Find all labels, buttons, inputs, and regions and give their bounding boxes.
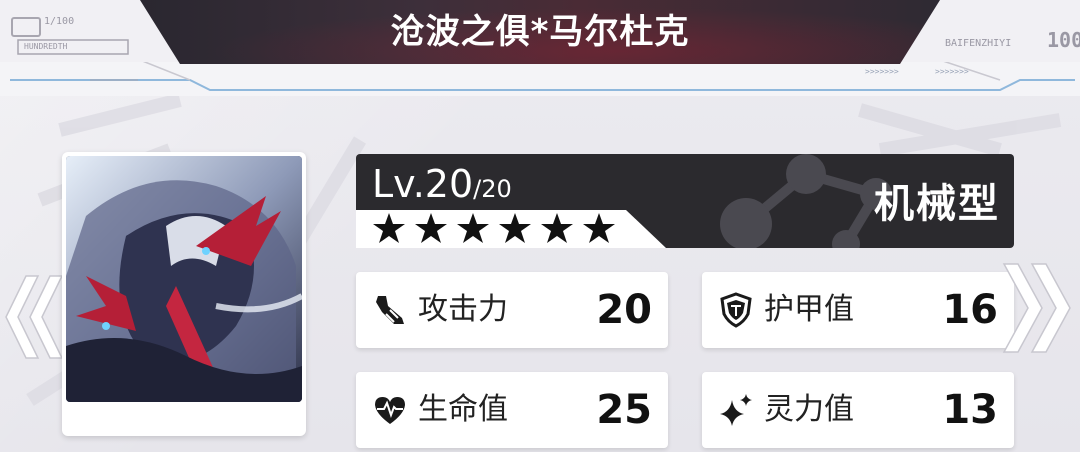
hud-right-num: 100 [1047, 28, 1080, 52]
svg-text:>>>>>>>: >>>>>>> [865, 67, 899, 76]
dragon-mecha-art [66, 156, 302, 402]
level-current: Lv.20 [372, 162, 474, 206]
sparkle-icon [720, 394, 752, 426]
character-portrait [66, 156, 302, 402]
star-icon [457, 213, 489, 243]
stat-life-value: 25 [596, 387, 652, 433]
header-banner: >>>>>>> >>>>>>> 沧波之俱*马尔杜克 1/100 HUNDREDT… [0, 0, 1080, 96]
star-icon [415, 213, 447, 243]
stat-spirit: 灵力值 13 [702, 372, 1014, 448]
stat-spirit-value: 13 [942, 387, 998, 433]
header-strip: >>>>>>> >>>>>>> [0, 60, 1080, 96]
stat-armor: 护甲值 16 [702, 272, 1014, 348]
star-icon [583, 213, 615, 243]
svg-text:>>>>>>>: >>>>>>> [935, 67, 969, 76]
star-rating [372, 212, 616, 244]
level-panel: Lv.20/20 机械型 [356, 154, 1014, 248]
stat-attack-value: 20 [596, 287, 652, 333]
stat-life: 生命值 25 [356, 372, 668, 448]
page-title: 沧波之俱*马尔杜克 [390, 12, 690, 52]
stat-armor-value: 16 [942, 287, 998, 333]
hud-right-readout: BAIFENZHIYI 100 [945, 28, 1080, 68]
star-icon [541, 213, 573, 243]
level-label: Lv.20/20 [372, 162, 512, 206]
double-chevron-right-icon [1002, 263, 1071, 353]
double-chevron-left-icon [5, 275, 64, 359]
hud-left-word: HUNDREDTH [24, 42, 68, 51]
star-icon [499, 213, 531, 243]
stat-attack: 攻击力 20 [356, 272, 668, 348]
shield-icon [720, 292, 752, 328]
prev-character-button[interactable] [4, 272, 64, 362]
hud-left-count: 1/100 [44, 16, 75, 27]
character-type: 机械型 [874, 181, 1000, 227]
stat-attack-label: 攻击力 [418, 292, 508, 327]
heart-pulse-icon [375, 397, 405, 424]
next-character-button[interactable] [1002, 260, 1074, 356]
stat-armor-label: 护甲值 [764, 292, 854, 327]
stat-life-label: 生命值 [418, 392, 508, 427]
stat-spirit-label: 灵力值 [764, 392, 854, 427]
level-max: /20 [473, 175, 512, 203]
star-icon [373, 213, 405, 243]
hud-right-word: BAIFENZHIYI [945, 38, 1012, 49]
character-portrait-card[interactable] [62, 152, 306, 436]
hud-left-readout: 1/100 HUNDREDTH [10, 12, 140, 82]
boot-blade-icon [376, 296, 404, 324]
